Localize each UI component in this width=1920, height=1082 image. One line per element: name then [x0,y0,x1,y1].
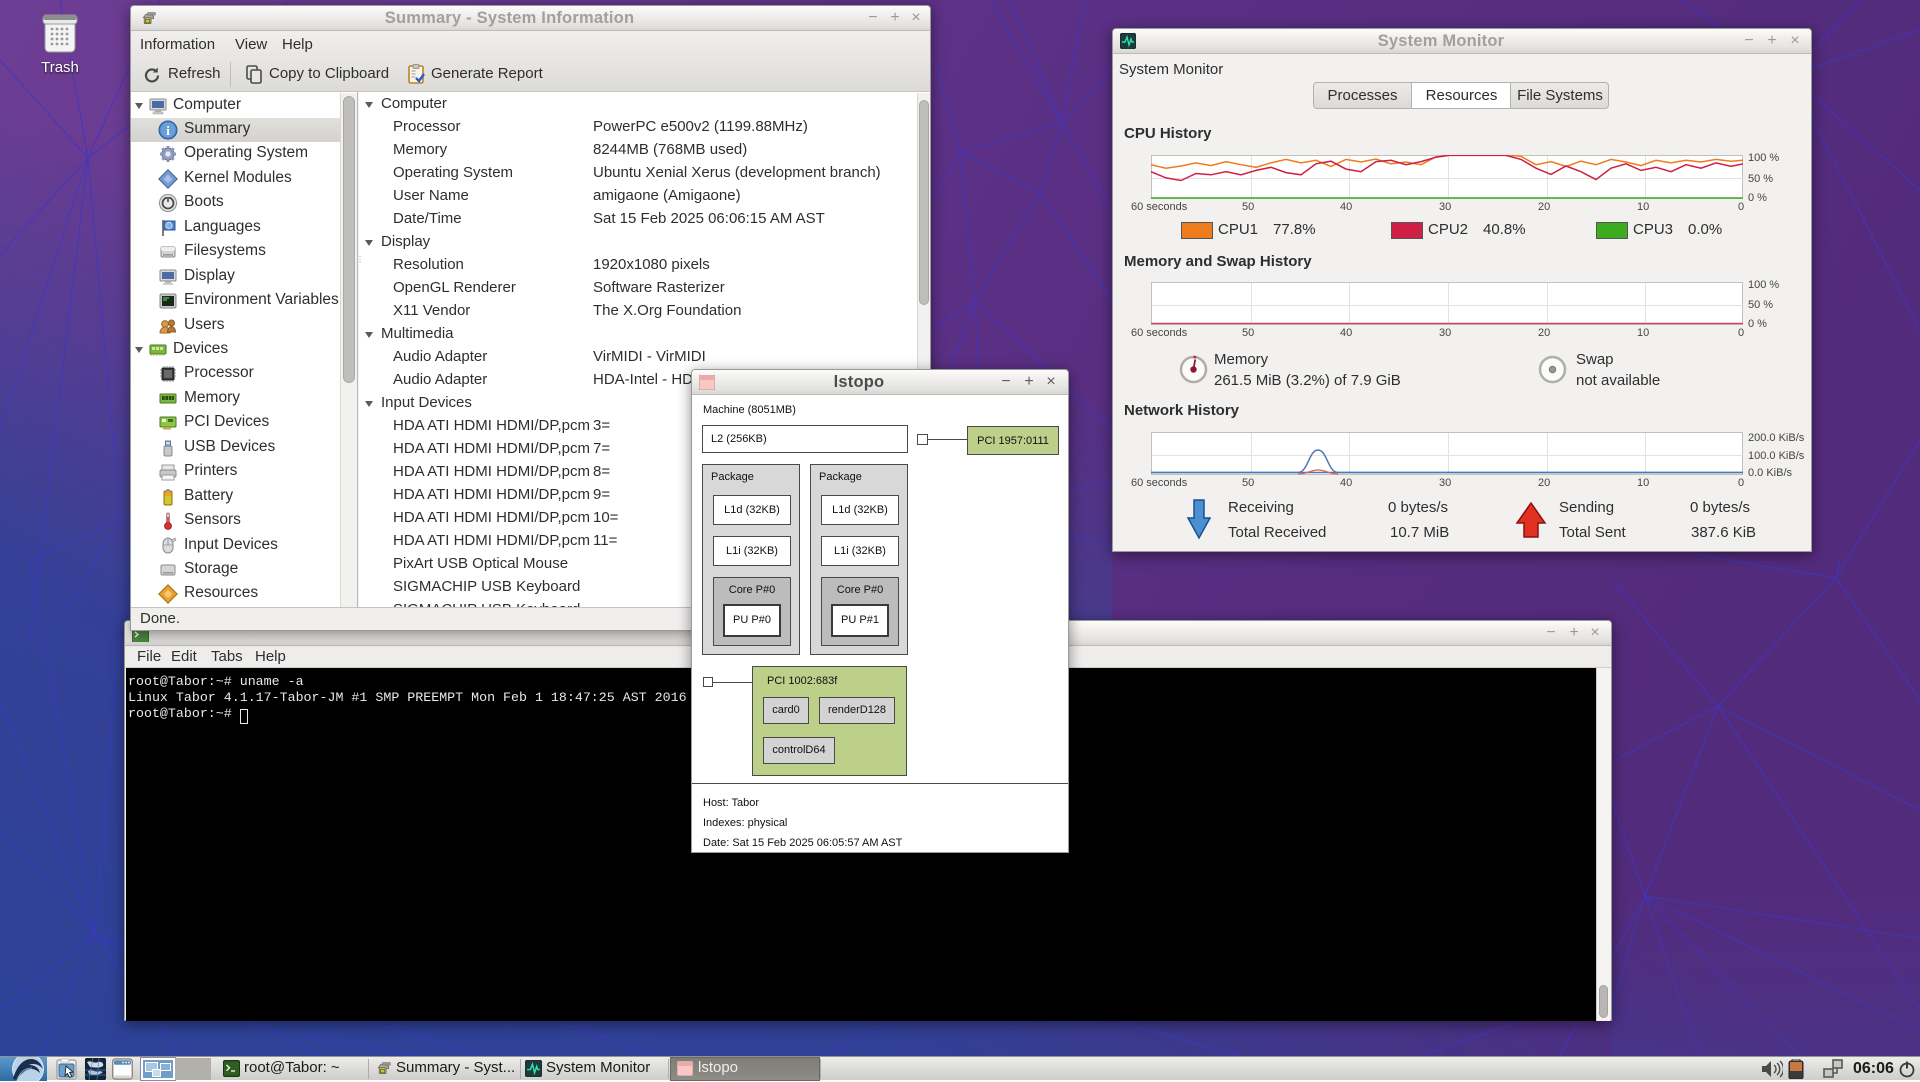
svg-text:i: i [166,123,170,138]
